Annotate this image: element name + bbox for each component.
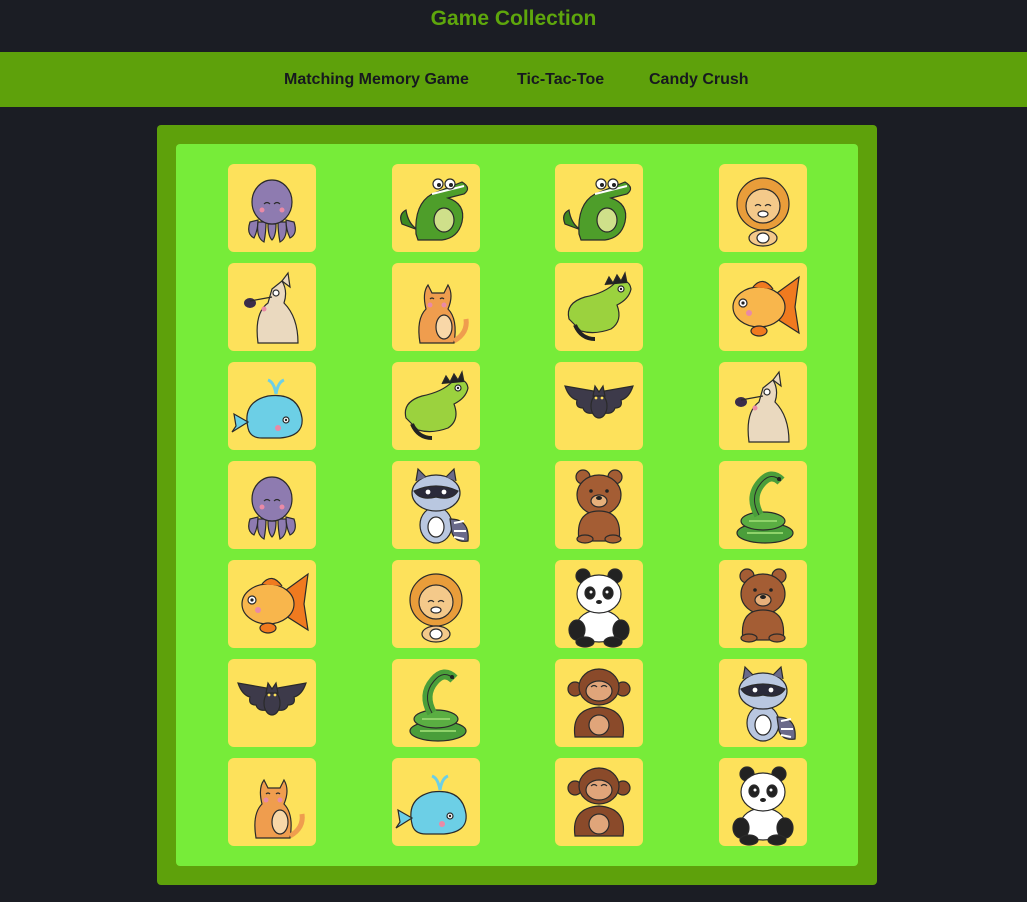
whale-icon bbox=[231, 378, 303, 439]
memory-card[interactable] bbox=[228, 758, 316, 846]
goldfish-icon bbox=[732, 275, 800, 337]
dog-icon bbox=[735, 370, 790, 443]
memory-card[interactable] bbox=[719, 461, 807, 549]
crocodile-icon bbox=[563, 178, 632, 241]
game-board-frame bbox=[157, 125, 877, 885]
snake-icon bbox=[409, 669, 467, 742]
bear-icon bbox=[739, 568, 787, 643]
memory-card[interactable] bbox=[555, 461, 643, 549]
memory-card[interactable] bbox=[228, 164, 316, 252]
monkey-icon bbox=[567, 668, 631, 738]
memory-card[interactable] bbox=[392, 461, 480, 549]
lion-icon bbox=[736, 177, 790, 247]
memory-card[interactable] bbox=[228, 560, 316, 648]
nav-bar: Matching Memory Game Tic-Tac-Toe Candy C… bbox=[0, 52, 1027, 107]
whale-icon bbox=[395, 774, 467, 835]
lion-icon bbox=[409, 573, 463, 643]
iguana-icon bbox=[404, 370, 469, 440]
cat-icon bbox=[254, 778, 305, 839]
memory-card[interactable] bbox=[392, 362, 480, 450]
octopus-icon bbox=[248, 476, 296, 540]
bat-icon bbox=[564, 384, 634, 419]
dog-icon bbox=[244, 271, 299, 344]
memory-card[interactable] bbox=[719, 560, 807, 648]
memory-card[interactable] bbox=[228, 263, 316, 351]
game-board bbox=[176, 144, 858, 866]
memory-card[interactable] bbox=[555, 164, 643, 252]
memory-card[interactable] bbox=[392, 758, 480, 846]
memory-card[interactable] bbox=[719, 758, 807, 846]
cat-icon bbox=[418, 283, 469, 344]
memory-card[interactable] bbox=[392, 560, 480, 648]
crocodile-icon bbox=[400, 178, 469, 241]
nav-link-tic-tac-toe[interactable]: Tic-Tac-Toe bbox=[517, 71, 604, 89]
raccoon-icon bbox=[411, 467, 469, 544]
bear-icon bbox=[575, 469, 623, 544]
memory-card[interactable] bbox=[719, 164, 807, 252]
snake-icon bbox=[736, 471, 794, 544]
memory-card[interactable] bbox=[228, 362, 316, 450]
panda-icon bbox=[568, 568, 630, 648]
memory-card[interactable] bbox=[719, 362, 807, 450]
memory-card[interactable] bbox=[555, 263, 643, 351]
monkey-icon bbox=[567, 767, 631, 837]
nav-link-matching-memory-game[interactable]: Matching Memory Game bbox=[284, 71, 469, 89]
octopus-icon bbox=[248, 179, 296, 243]
header: Game Collection bbox=[0, 0, 1027, 52]
panda-icon bbox=[732, 766, 794, 846]
memory-card[interactable] bbox=[228, 461, 316, 549]
memory-card[interactable] bbox=[555, 758, 643, 846]
memory-card[interactable] bbox=[719, 659, 807, 747]
memory-card[interactable] bbox=[392, 659, 480, 747]
memory-card[interactable] bbox=[392, 164, 480, 252]
iguana-icon bbox=[567, 271, 632, 341]
page-title: Game Collection bbox=[430, 7, 597, 30]
nav-link-candy-crush[interactable]: Candy Crush bbox=[649, 71, 749, 89]
goldfish-icon bbox=[241, 572, 309, 634]
bat-icon bbox=[237, 681, 307, 716]
memory-card[interactable] bbox=[719, 263, 807, 351]
memory-card[interactable] bbox=[392, 263, 480, 351]
memory-card[interactable] bbox=[555, 362, 643, 450]
memory-card[interactable] bbox=[555, 659, 643, 747]
raccoon-icon bbox=[738, 665, 796, 742]
memory-card[interactable] bbox=[228, 659, 316, 747]
memory-card[interactable] bbox=[555, 560, 643, 648]
